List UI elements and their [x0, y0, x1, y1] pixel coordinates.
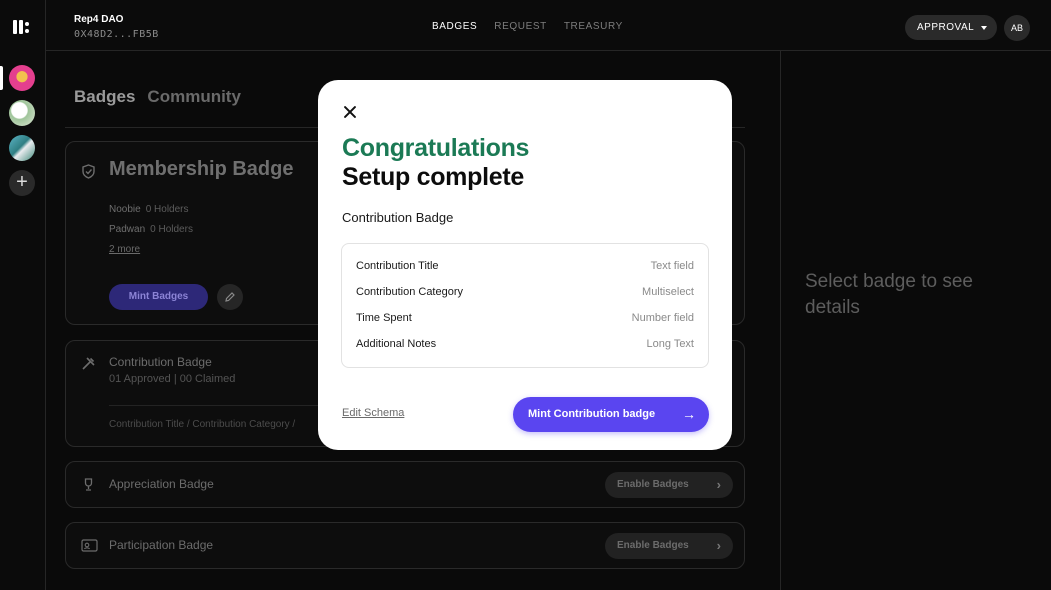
appreciation-badge-title: Appreciation Badge: [109, 477, 214, 491]
contribution-badge-stats: 01 Approved | 00 Claimed: [109, 373, 236, 385]
dao-avatar-2[interactable]: [9, 100, 35, 126]
empty-state-text: Select badge to see details: [805, 271, 973, 318]
schema-field-row: Additional Notes Long Text: [356, 332, 694, 358]
mint-badges-button[interactable]: Mint Badges: [109, 284, 208, 310]
nav-treasury[interactable]: TREASURY: [564, 21, 623, 32]
field-name: Time Spent: [356, 312, 412, 324]
membership-badge-title: Membership Badge: [109, 158, 294, 180]
nav-request[interactable]: REQUEST: [494, 21, 547, 32]
chevron-right-icon: ›: [716, 538, 721, 553]
badge-detail-panel: Select badge to see details: [780, 51, 1051, 590]
caret-down-icon: [981, 26, 987, 30]
enable-badges-button[interactable]: Enable Badges ›: [605, 472, 733, 498]
field-type: Long Text: [646, 338, 694, 350]
id-card-icon: [81, 538, 98, 553]
enable-badges-label: Enable Badges: [617, 479, 689, 490]
modal-badge-name: Contribution Badge: [342, 210, 454, 225]
shield-check-icon: [81, 164, 96, 179]
mint-contribution-label: Mint Contribution badge: [528, 408, 656, 420]
approval-label: APPROVAL: [917, 22, 975, 33]
modal-heading-accent: Congratulations: [342, 134, 530, 162]
close-icon[interactable]: [343, 105, 357, 119]
level-row: Padwan 0 Holders: [109, 224, 193, 235]
dao-avatar-3[interactable]: [9, 135, 35, 161]
active-dao-indicator: [0, 66, 3, 90]
edit-pencil-icon[interactable]: [217, 284, 243, 310]
field-name: Contribution Title: [356, 260, 439, 272]
tab-community[interactable]: Community: [147, 87, 241, 107]
schema-field-row: Time Spent Number field: [356, 306, 694, 332]
participation-badge-title: Participation Badge: [109, 538, 214, 552]
edit-schema-link[interactable]: Edit Schema: [342, 407, 404, 419]
top-bar: Rep4 DAO 0X48D2...FB5B BADGES REQUEST TR…: [46, 0, 1051, 51]
add-dao-button[interactable]: +: [9, 170, 35, 196]
field-type: Multiselect: [642, 286, 694, 298]
contribution-badge-title: Contribution Badge: [109, 355, 212, 369]
schema-fields-list: Contribution Title Text field Contributi…: [341, 243, 709, 368]
field-name: Additional Notes: [356, 338, 437, 350]
contribution-fields-preview: Contribution Title / Contribution Catego…: [109, 419, 296, 430]
dao-sidebar: +: [0, 0, 46, 590]
main-nav: BADGES REQUEST TREASURY: [432, 21, 623, 32]
schema-field-row: Contribution Title Text field: [356, 254, 694, 280]
nav-badges[interactable]: BADGES: [432, 21, 477, 32]
dao-address[interactable]: 0X48D2...FB5B: [74, 29, 159, 40]
tab-badges[interactable]: Badges: [74, 87, 135, 107]
chevron-right-icon: ›: [716, 477, 721, 492]
mint-contribution-badge-button[interactable]: Mint Contribution badge →: [513, 397, 709, 432]
app-logo-icon[interactable]: [13, 18, 31, 36]
badge-tabs: Badges Community: [74, 87, 241, 107]
field-type: Number field: [631, 312, 694, 324]
dao-avatar-rep4[interactable]: [9, 65, 35, 91]
trophy-icon: [81, 477, 96, 492]
field-name: Contribution Category: [356, 286, 464, 298]
tools-icon: [81, 356, 96, 371]
user-avatar[interactable]: AB: [1004, 15, 1030, 41]
schema-field-row: Contribution Category Multiselect: [356, 280, 694, 306]
field-type: Text field: [650, 260, 694, 272]
participation-badge-card[interactable]: Participation Badge Enable Badges ›: [65, 522, 745, 569]
enable-badges-label: Enable Badges: [617, 540, 689, 551]
setup-complete-modal: Congratulations Setup complete Contribut…: [318, 80, 732, 450]
arrow-right-icon: →: [682, 406, 696, 422]
dao-name: Rep4 DAO: [74, 14, 124, 25]
modal-heading: Setup complete: [342, 163, 524, 191]
appreciation-badge-card[interactable]: Appreciation Badge Enable Badges ›: [65, 461, 745, 508]
more-levels-link[interactable]: 2 more: [109, 244, 140, 255]
enable-badges-button[interactable]: Enable Badges ›: [605, 533, 733, 559]
approval-dropdown[interactable]: APPROVAL: [905, 15, 997, 40]
level-row: Noobie 0 Holders: [109, 204, 189, 215]
